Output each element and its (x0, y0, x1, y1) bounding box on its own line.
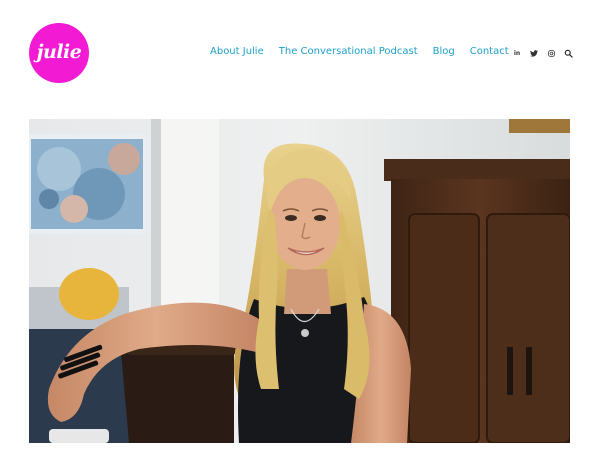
nav-contact[interactable]: Contact (470, 46, 509, 57)
twitter-icon[interactable] (528, 47, 540, 59)
hero-photo-julie (29, 119, 570, 443)
hero-image (29, 119, 570, 443)
nav-blog[interactable]: Blog (433, 46, 455, 57)
search-icon[interactable] (562, 47, 574, 59)
julie-logo[interactable]: julie (29, 23, 89, 83)
linkedin-icon[interactable]: in (511, 47, 523, 59)
site-header: julie About Julie The Conversational Pod… (0, 0, 600, 110)
main-nav: About Julie The Conversational Podcast B… (210, 46, 509, 57)
nav-podcast[interactable]: The Conversational Podcast (279, 46, 418, 57)
instagram-icon[interactable] (545, 47, 557, 59)
nav-about-julie[interactable]: About Julie (210, 46, 264, 57)
header-icons: in (511, 47, 574, 59)
logo-text: julie (36, 40, 82, 63)
